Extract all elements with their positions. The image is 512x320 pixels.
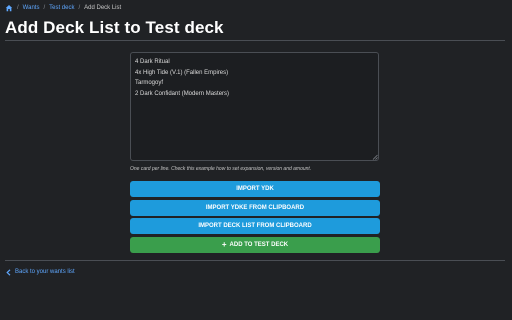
bottom-divider <box>5 260 505 261</box>
add-to-test-deck-label: ADD TO TEST DECK <box>229 242 289 248</box>
breadcrumb: / Wants / Test deck / Add Deck List <box>5 3 121 13</box>
home-icon[interactable] <box>5 4 13 12</box>
back-to-wants-label: Back to your wants list <box>15 269 75 275</box>
deck-list-textarea[interactable] <box>130 52 379 161</box>
back-to-wants-link[interactable]: Back to your wants list <box>6 268 75 276</box>
breadcrumb-separator: / <box>17 5 19 11</box>
breadcrumb-separator: / <box>43 5 46 11</box>
deck-list-help-text: One card per line. Check this example ho… <box>130 166 312 172</box>
import-ydke-clipboard-label: IMPORT YDKE FROM CLIPBOARD <box>205 205 305 211</box>
import-ydke-clipboard-button[interactable]: IMPORT YDKE FROM CLIPBOARD <box>130 200 380 216</box>
breadcrumb-current: Add Deck List <box>84 5 122 11</box>
add-to-test-deck-button[interactable]: + ADD TO TEST DECK <box>130 237 380 253</box>
import-ydk-label: IMPORT YDK <box>236 186 274 192</box>
breadcrumb-separator: / <box>78 5 81 11</box>
title-divider <box>5 40 505 41</box>
page-title: Add Deck List to Test deck <box>5 18 224 37</box>
import-ydk-button[interactable]: IMPORT YDK <box>130 181 380 197</box>
breadcrumb-test-deck-link[interactable]: Test deck <box>49 3 74 13</box>
import-deck-list-clipboard-label: IMPORT DECK LIST FROM CLIPBOARD <box>198 223 312 229</box>
import-deck-list-clipboard-button[interactable]: IMPORT DECK LIST FROM CLIPBOARD <box>130 218 380 234</box>
breadcrumb-wants-link[interactable]: Wants <box>23 3 40 13</box>
chevron-left-icon <box>6 268 11 276</box>
plus-icon: + <box>221 240 227 249</box>
resize-grip-icon[interactable] <box>372 154 378 160</box>
